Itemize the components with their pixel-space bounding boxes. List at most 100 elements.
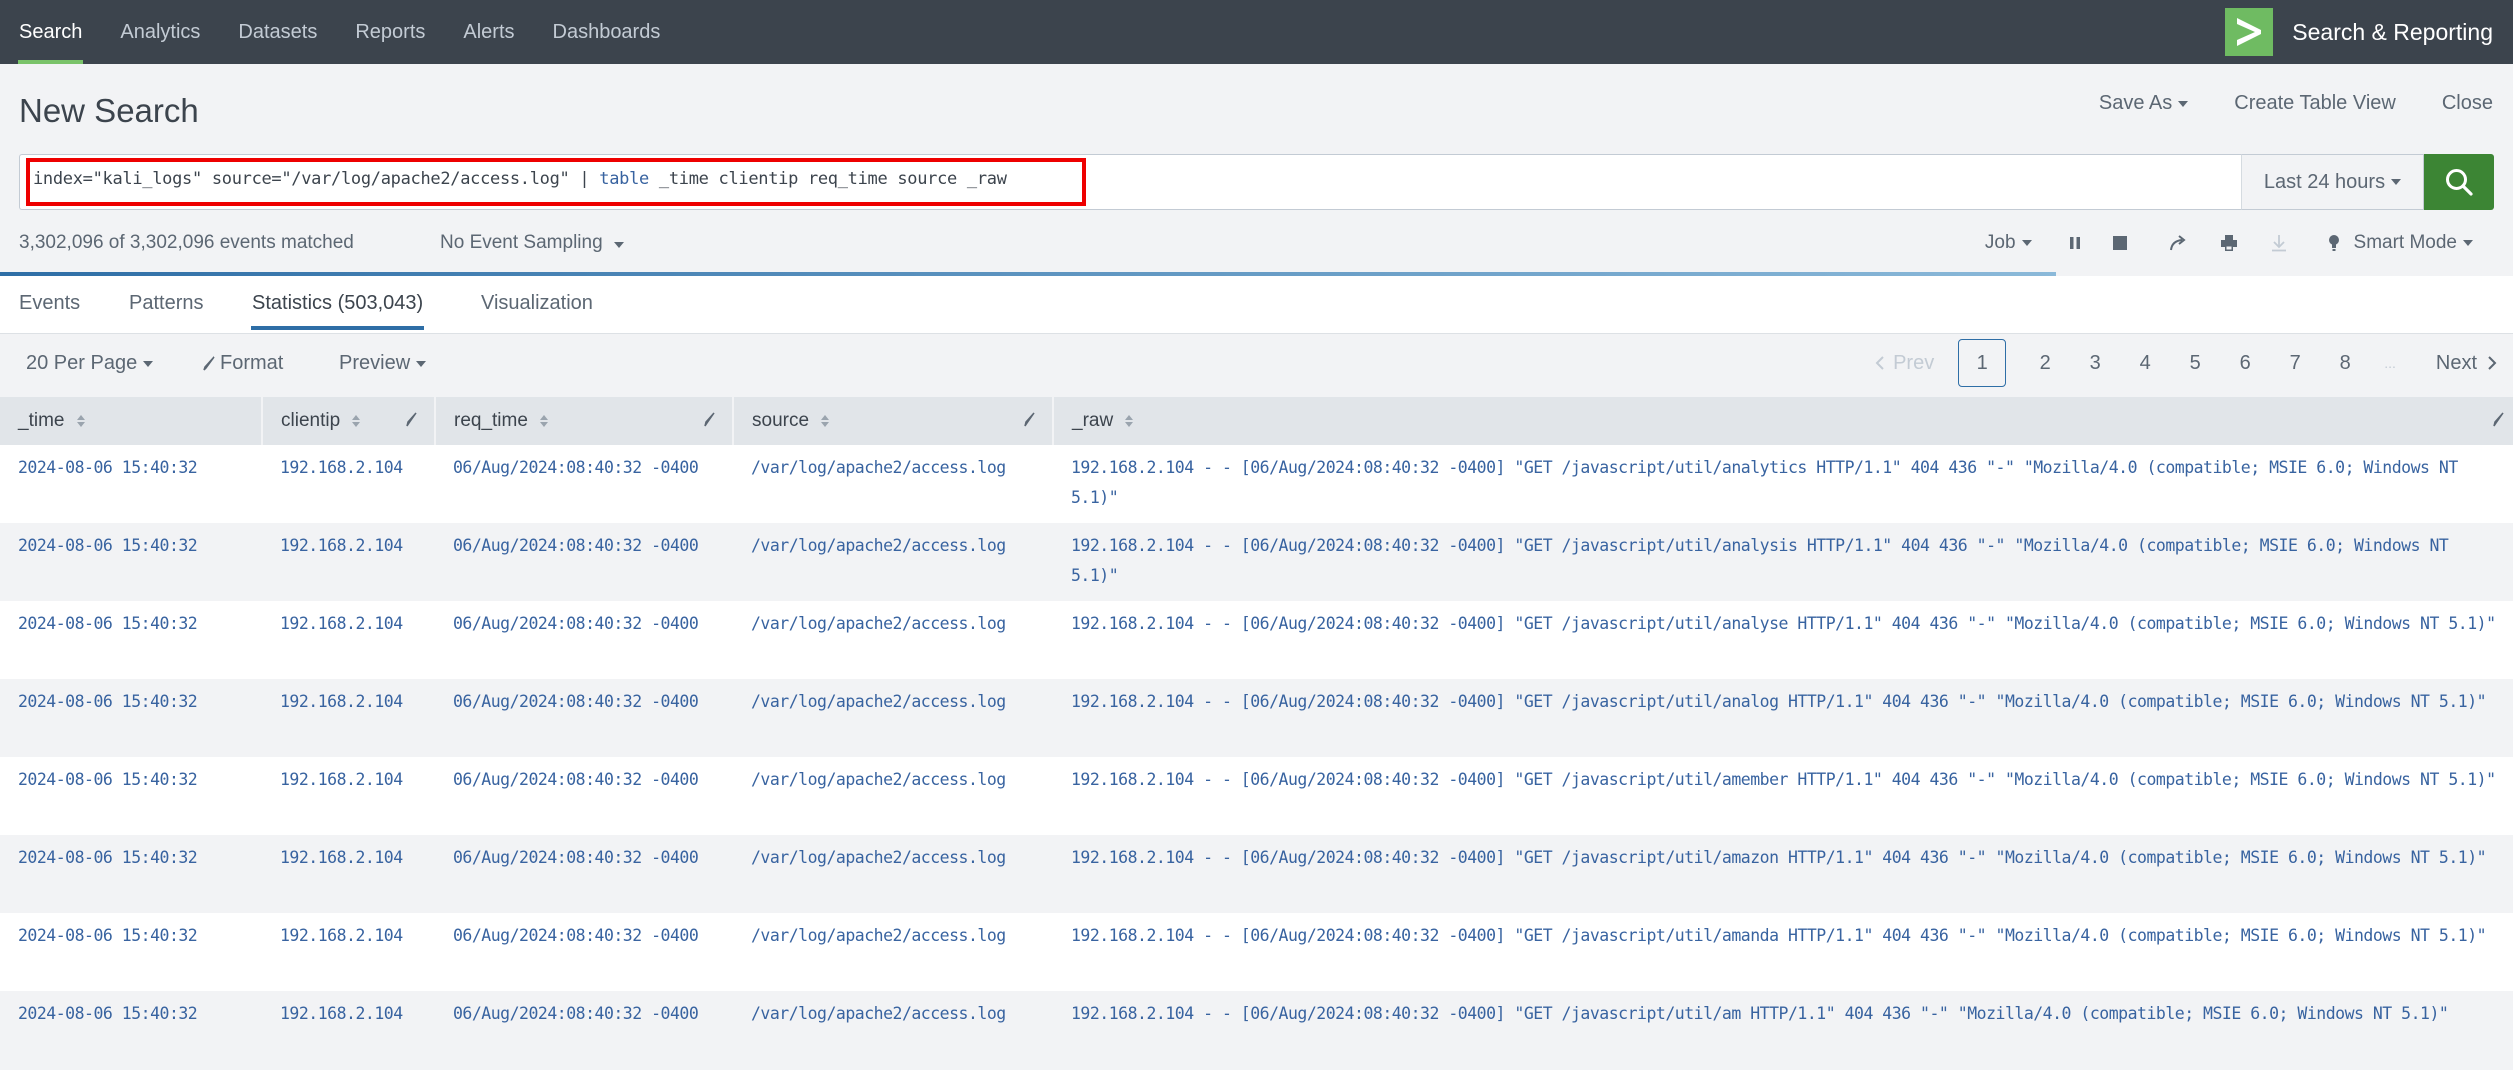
cell-req-time[interactable]: 06/Aug/2024:08:40:32 -0400 [435,679,733,757]
column-header-req-time[interactable]: req_time [434,397,733,445]
cell-source[interactable]: /var/log/apache2/access.log [733,523,1053,601]
stop-icon [2112,236,2127,250]
close-button[interactable]: Close [2442,92,2493,115]
nav-dashboards[interactable]: Dashboards [534,0,680,64]
cell-raw[interactable]: 192.168.2.104 - - [06/Aug/2024:08:40:32 … [1053,991,2513,1069]
cell-req-time[interactable]: 06/Aug/2024:08:40:32 -0400 [435,445,733,523]
cell-source[interactable]: /var/log/apache2/access.log [733,835,1053,913]
cell-time[interactable]: 2024-08-06 15:40:32 [0,601,262,679]
search-input[interactable]: index="kali_logs" source="/var/log/apach… [19,154,2241,210]
print-button[interactable] [2220,230,2238,256]
pause-button[interactable] [2068,230,2082,256]
sort-icon[interactable] [820,414,830,428]
cell-raw[interactable]: 192.168.2.104 - - [06/Aug/2024:08:40:32 … [1053,679,2513,757]
nav-datasets[interactable]: Datasets [219,0,336,64]
results-table: _time clientip req_time source _raw 2024… [0,397,2513,1069]
column-header-clientip[interactable]: clientip [261,397,435,445]
table-toolbar: 20 Per Page Format Preview Prev 1 2 3 4 … [0,335,2513,395]
save-as-dropdown[interactable]: Save As [2098,92,2189,115]
cell-req-time[interactable]: 06/Aug/2024:08:40:32 -0400 [435,991,733,1069]
search-mode-dropdown[interactable]: Smart Mode [2328,230,2473,256]
page-8-button[interactable]: 8 [2334,352,2356,375]
page-5-button[interactable]: 5 [2184,352,2206,375]
share-button[interactable] [2168,230,2188,256]
page-1-button[interactable]: 1 [1958,339,2007,387]
nav-alerts[interactable]: Alerts [444,0,533,64]
cell-req-time[interactable]: 06/Aug/2024:08:40:32 -0400 [435,835,733,913]
sort-icon[interactable] [76,414,86,428]
cell-time[interactable]: 2024-08-06 15:40:32 [0,991,262,1069]
cell-raw[interactable]: 192.168.2.104 - - [06/Aug/2024:08:40:32 … [1053,835,2513,913]
save-as-label: Save As [2098,92,2173,114]
page-7-button[interactable]: 7 [2284,352,2306,375]
cell-clientip[interactable]: 192.168.2.104 [262,991,435,1069]
cell-clientip[interactable]: 192.168.2.104 [262,445,435,523]
cell-source[interactable]: /var/log/apache2/access.log [733,601,1053,679]
nav-analytics[interactable]: Analytics [101,0,219,64]
nav-reports[interactable]: Reports [336,0,444,64]
prev-page-button[interactable]: Prev [1875,352,1934,375]
nav-search[interactable]: Search [0,0,101,64]
cell-req-time[interactable]: 06/Aug/2024:08:40:32 -0400 [435,913,733,991]
export-button[interactable] [2270,230,2288,256]
format-button[interactable]: Format [202,352,283,375]
tab-statistics[interactable]: Statistics (503,043) [250,292,425,330]
cell-clientip[interactable]: 192.168.2.104 [262,679,435,757]
paintbrush-icon[interactable] [404,411,418,429]
pagination: Prev 1 2 3 4 5 6 7 8 ... Next [1847,339,2497,387]
page-4-button[interactable]: 4 [2134,352,2156,375]
cell-clientip[interactable]: 192.168.2.104 [262,757,435,835]
search-query-text[interactable]: index="kali_logs" source="/var/log/apach… [33,169,1007,189]
paintbrush-icon[interactable] [702,411,716,429]
cell-req-time[interactable]: 06/Aug/2024:08:40:32 -0400 [435,757,733,835]
cell-source[interactable]: /var/log/apache2/access.log [733,679,1053,757]
tab-patterns[interactable]: Patterns [129,292,203,315]
column-header-raw[interactable]: _raw [1052,397,2513,445]
sort-icon[interactable] [539,414,549,428]
sort-icon[interactable] [351,414,361,428]
cell-raw[interactable]: 192.168.2.104 - - [06/Aug/2024:08:40:32 … [1053,601,2513,679]
cell-time[interactable]: 2024-08-06 15:40:32 [0,757,262,835]
cell-req-time[interactable]: 06/Aug/2024:08:40:32 -0400 [435,523,733,601]
column-header-time[interactable]: _time [0,397,262,445]
page-2-button[interactable]: 2 [2034,352,2056,375]
cell-source[interactable]: /var/log/apache2/access.log [733,991,1053,1069]
page-3-button[interactable]: 3 [2084,352,2106,375]
next-page-button[interactable]: Next [2436,352,2497,375]
cell-time[interactable]: 2024-08-06 15:40:32 [0,835,262,913]
preview-label: Preview [339,352,411,374]
per-page-dropdown[interactable]: 20 Per Page [26,352,154,375]
time-range-picker[interactable]: Last 24 hours [2241,154,2424,210]
tab-events[interactable]: Events [19,292,80,315]
cell-clientip[interactable]: 192.168.2.104 [262,523,435,601]
search-button[interactable] [2424,154,2494,210]
cell-raw[interactable]: 192.168.2.104 - - [06/Aug/2024:08:40:32 … [1053,445,2513,523]
cell-req-time[interactable]: 06/Aug/2024:08:40:32 -0400 [435,601,733,679]
table-row: 2024-08-06 15:40:32 192.168.2.104 06/Aug… [0,757,2513,835]
event-sampling-dropdown[interactable]: No Event Sampling [440,232,624,254]
cell-clientip[interactable]: 192.168.2.104 [262,601,435,679]
app-brand[interactable]: Search & Reporting [2225,0,2513,64]
cell-source[interactable]: /var/log/apache2/access.log [733,757,1053,835]
create-table-view-button[interactable]: Create Table View [2234,92,2396,115]
cell-time[interactable]: 2024-08-06 15:40:32 [0,679,262,757]
cell-time[interactable]: 2024-08-06 15:40:32 [0,445,262,523]
cell-clientip[interactable]: 192.168.2.104 [262,835,435,913]
job-dropdown[interactable]: Job [1985,230,2032,256]
cell-raw[interactable]: 192.168.2.104 - - [06/Aug/2024:08:40:32 … [1053,523,2513,601]
cell-raw[interactable]: 192.168.2.104 - - [06/Aug/2024:08:40:32 … [1053,913,2513,991]
cell-source[interactable]: /var/log/apache2/access.log [733,445,1053,523]
paintbrush-icon[interactable] [2491,411,2505,429]
preview-dropdown[interactable]: Preview [339,352,427,375]
page-6-button[interactable]: 6 [2234,352,2256,375]
paintbrush-icon[interactable] [1022,411,1036,429]
cell-clientip[interactable]: 192.168.2.104 [262,913,435,991]
sort-icon[interactable] [1124,414,1134,428]
cell-raw[interactable]: 192.168.2.104 - - [06/Aug/2024:08:40:32 … [1053,757,2513,835]
stop-button[interactable] [2112,230,2128,256]
cell-source[interactable]: /var/log/apache2/access.log [733,913,1053,991]
cell-time[interactable]: 2024-08-06 15:40:32 [0,523,262,601]
tab-visualization[interactable]: Visualization [481,292,593,315]
column-header-source[interactable]: source [732,397,1053,445]
cell-time[interactable]: 2024-08-06 15:40:32 [0,913,262,991]
